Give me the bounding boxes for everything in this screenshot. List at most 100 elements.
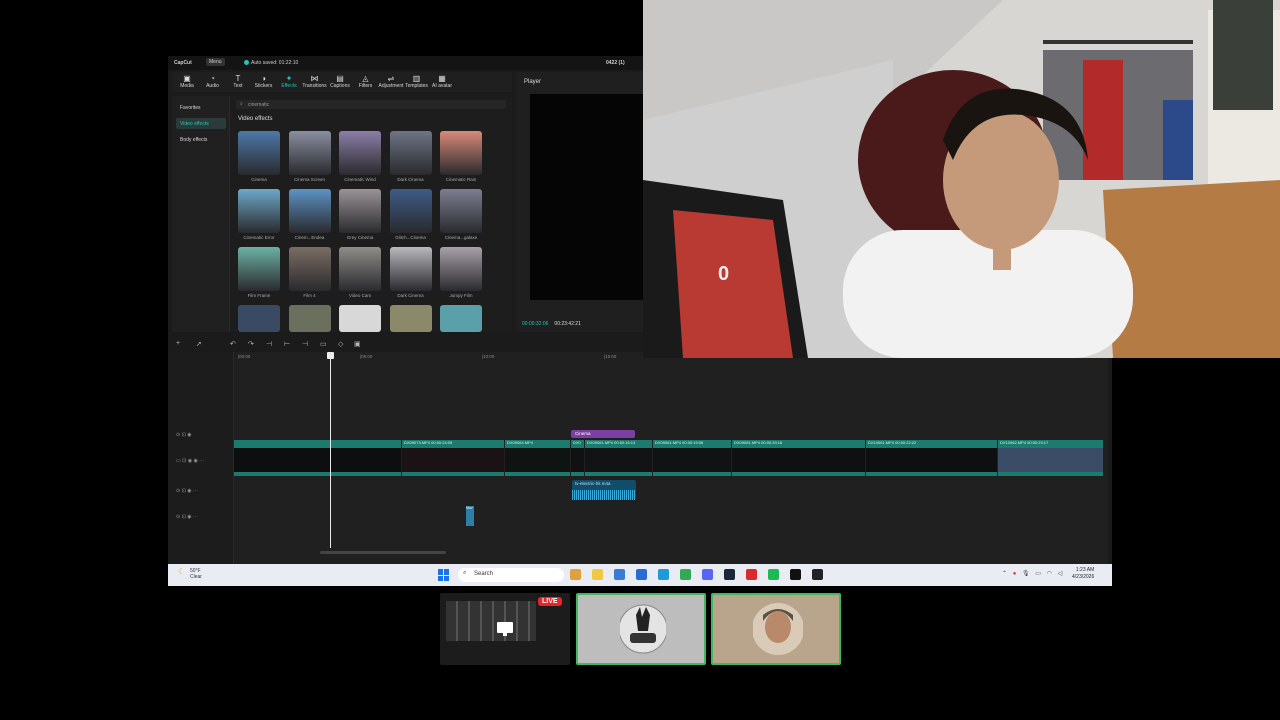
menu-button[interactable]: Menu <box>206 58 225 66</box>
nav-item-body-effects[interactable]: Body effects <box>176 134 226 145</box>
effects-track-lock-icon[interactable]: ⊙ ⊡ ◉ <box>176 432 192 438</box>
effect-item[interactable]: Cinematic Wind <box>339 131 381 187</box>
player-viewport[interactable] <box>530 94 656 300</box>
undo-icon[interactable]: ↶ <box>230 340 236 348</box>
participant-tile-self[interactable] <box>711 593 841 665</box>
select-tool-icon[interactable]: ➚ <box>196 340 202 348</box>
store-icon[interactable] <box>636 569 647 580</box>
tool-transitions[interactable]: ⋈ Transitions <box>302 74 328 90</box>
trim-right-icon[interactable]: ⊣ <box>302 340 308 348</box>
effect-label: Cinema Screen <box>293 177 325 182</box>
tool-stickers[interactable]: ◑ Stickers <box>251 74 277 90</box>
effect-item[interactable]: Jumpy Film <box>440 247 482 303</box>
tool-text[interactable]: T Text <box>225 74 251 90</box>
volume-icon[interactable]: ◁ <box>1058 571 1063 577</box>
effect-item[interactable]: Cinema Screen <box>288 131 331 187</box>
live-badge: LIVE <box>538 597 562 606</box>
effect-label: Grey Cinema <box>346 235 374 240</box>
tool-media[interactable]: ▣ Media <box>174 74 200 90</box>
effect-item[interactable]: Cinem...Endea <box>288 189 331 245</box>
video-clip[interactable] <box>402 440 504 476</box>
video-clip[interactable] <box>234 440 401 476</box>
templates-icon: ▥ <box>412 74 421 83</box>
sticker-icon: ◑ <box>261 74 266 83</box>
weather-widget[interactable]: ☾ 50°F Clear <box>178 568 202 581</box>
tool-adjustment[interactable]: ⇌ Adjustment <box>378 74 404 90</box>
audio-clip[interactable]: tv-electric-hit.m4a <box>572 480 636 500</box>
participant-tile[interactable] <box>576 593 706 665</box>
marker-icon[interactable]: ◇ <box>338 340 343 348</box>
capcut-icon-2[interactable] <box>812 569 823 580</box>
video-clip[interactable] <box>866 440 997 476</box>
effect-label: Film Frame <box>247 293 271 298</box>
participant-avatar <box>753 603 803 655</box>
effect-item[interactable]: Cinematic Error <box>238 189 280 245</box>
discord-icon[interactable] <box>702 569 713 580</box>
timeline-scrollbar[interactable] <box>320 551 446 554</box>
video-clip[interactable] <box>571 440 584 476</box>
effect-item[interactable]: Dark Cinema <box>389 247 432 303</box>
effect-item[interactable]: Cinema <box>238 131 280 187</box>
tool-ai-avatar[interactable]: ▦ AI avatar <box>429 74 455 90</box>
tool-effects[interactable]: ✦ Effects <box>276 74 302 90</box>
track-area[interactable]: |00:00 |05:00 |10:00 |15:00 DX09073.MP4 00:… <box>234 352 1108 564</box>
tool-captions[interactable]: ▤ Captions <box>327 74 353 90</box>
delete-icon[interactable]: ▭ <box>320 340 327 348</box>
opera-icon[interactable] <box>746 569 757 580</box>
video-track-controls-icon[interactable]: ▭ ⊡ ◉ ◉ ⋯ <box>176 458 204 464</box>
effect-thumbnail <box>238 131 280 175</box>
audio-track-2-controls-icon[interactable]: ⊙ ⊡ ◉ ⋯ <box>176 514 198 520</box>
tool-filters[interactable]: ◬ Filters <box>353 74 379 90</box>
capcut-icon[interactable] <box>790 569 801 580</box>
app-logo: CapCut <box>174 60 192 66</box>
chevron-up-icon[interactable]: ⌃ <box>1002 571 1007 577</box>
widgets-icon[interactable] <box>570 569 581 580</box>
taskbar-clock[interactable]: 1:23 AM 4/23/2026 <box>1072 567 1094 581</box>
nav-item-video-effects[interactable]: Video effects <box>176 118 226 129</box>
autosave-status: Auto saved: 01:22:10 <box>244 60 298 66</box>
playhead[interactable] <box>330 352 331 548</box>
effect-item[interactable]: Dark Cinema <box>389 131 432 187</box>
browser-icon[interactable] <box>614 569 625 580</box>
effect-thumbnail <box>339 189 381 233</box>
video-clip[interactable] <box>585 440 652 476</box>
split-icon[interactable]: ⊣ <box>266 340 272 348</box>
steam-icon[interactable] <box>724 569 735 580</box>
effect-item[interactable]: Film 4 <box>288 247 331 303</box>
tool-audio[interactable]: ◔ Audio <box>200 74 226 90</box>
add-track-icon[interactable]: + <box>176 340 180 347</box>
audio-track-controls-icon[interactable]: ⊙ ⊡ ◉ ⋯ <box>176 488 198 494</box>
small-audio-clip[interactable]: Mov <box>466 506 474 526</box>
spotify-icon[interactable] <box>768 569 779 580</box>
file-explorer-icon[interactable] <box>592 569 603 580</box>
nav-item-favorites[interactable]: Favorites <box>176 102 226 113</box>
effect-item[interactable]: Grey Cinema <box>339 189 381 245</box>
video-clip[interactable] <box>505 440 570 476</box>
project-name: 0422 (1) <box>606 60 625 66</box>
effect-clip[interactable]: Cinema <box>571 430 635 438</box>
screen-share-tile[interactable]: LIVE <box>440 593 570 665</box>
mic-icon[interactable]: 🎙 <box>1022 571 1030 577</box>
edge-icon[interactable] <box>658 569 669 580</box>
redo-icon[interactable]: ↷ <box>248 340 254 348</box>
effects-search-input[interactable]: ⌕ cinematic <box>236 100 506 109</box>
taskbar-search[interactable]: ⌕ Search <box>458 568 564 582</box>
tray-app-icon[interactable]: ● <box>1013 571 1017 577</box>
trim-left-icon[interactable]: ⊢ <box>284 340 290 348</box>
windows-start-icon[interactable] <box>438 569 450 581</box>
chrome-icon[interactable] <box>680 569 691 580</box>
wifi-icon[interactable]: ◠ <box>1047 571 1052 577</box>
video-clip[interactable] <box>998 440 1103 476</box>
tool-templates[interactable]: ▥ Templates <box>404 74 430 90</box>
effect-item[interactable]: Glitch...Cinema <box>389 189 432 245</box>
video-clip[interactable] <box>732 440 865 476</box>
video-clip[interactable] <box>653 440 731 476</box>
effect-item[interactable]: Film Frame <box>238 247 280 303</box>
effect-item[interactable]: Video Cam <box>339 247 381 303</box>
effect-item[interactable]: Cinematic Rain <box>440 131 482 187</box>
screenshot-icon[interactable]: ▣ <box>354 340 361 348</box>
battery-icon[interactable]: ▭ <box>1035 571 1041 577</box>
effect-thumbnail <box>288 305 331 332</box>
effect-item[interactable]: Cinema...galaxe <box>440 189 482 245</box>
effect-thumbnail <box>389 305 432 332</box>
